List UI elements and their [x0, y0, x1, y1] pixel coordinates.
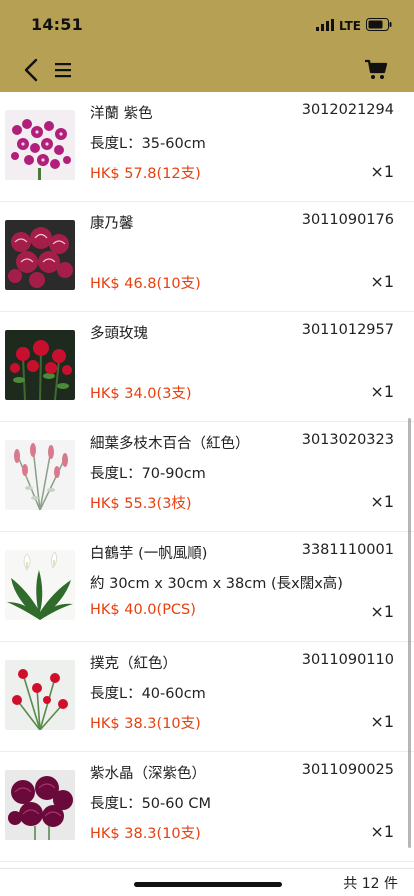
product-image-orchid — [5, 110, 75, 180]
cart-item[interactable]: 撲克（紅色） 3011090110 長度L：40-60cm HK$ 38.3(1… — [0, 642, 414, 752]
product-name: 白鶴芋 (一帆風順) — [90, 546, 208, 562]
product-price: HK$ 40.0(PCS) — [90, 602, 196, 618]
home-indicator[interactable] — [134, 882, 282, 887]
product-image-leucadendron — [5, 440, 75, 510]
product-size: 長度L：70-90cm — [90, 466, 206, 482]
cart-button[interactable] — [364, 58, 388, 82]
product-quantity: ×1 — [370, 602, 394, 621]
cart-item[interactable]: 多頭玫瑰 3011012957 HK$ 34.0(3支) ×1 — [0, 312, 414, 422]
status-time: 14:51 — [31, 15, 83, 34]
product-image-carnation — [5, 220, 75, 290]
back-button[interactable] — [22, 58, 42, 82]
product-name: 細葉多枝木百合（紅色） — [90, 436, 250, 452]
total-count: 共 12 件 — [343, 876, 398, 892]
product-price: HK$ 55.3(3枝) — [90, 496, 192, 512]
cart-item[interactable]: 洋蘭 紫色 3012021294 長度L：35-60cm HK$ 57.8(12… — [0, 92, 414, 202]
cart-item[interactable]: 康乃馨 3011090176 HK$ 46.8(10支) ×1 — [0, 202, 414, 312]
product-code: 3013020323 — [301, 432, 394, 448]
product-name: 撲克（紅色） — [90, 656, 177, 672]
product-quantity: ×1 — [370, 822, 394, 841]
product-price: HK$ 38.3(10支) — [90, 716, 201, 732]
product-size: 約 30cm x 30cm x 38cm (長x闊x高) — [90, 576, 343, 592]
cart-item[interactable]: 紫水晶（深紫色） 3011090025 長度L：50-60 CM HK$ 38.… — [0, 752, 414, 862]
cart-item-list[interactable]: 洋蘭 紫色 3012021294 長度L：35-60cm HK$ 57.8(12… — [0, 92, 414, 868]
network-label: LTE — [338, 18, 361, 33]
product-quantity: ×1 — [370, 162, 394, 181]
product-code: 3381110001 — [301, 542, 394, 558]
product-name: 康乃馨 — [90, 216, 134, 232]
menu-button[interactable] — [53, 61, 73, 79]
cart-item[interactable]: 細葉多枝木百合（紅色） 3013020323 長度L：70-90cm HK$ 5… — [0, 422, 414, 532]
product-size: 長度L：40-60cm — [90, 686, 206, 702]
product-name: 洋蘭 紫色 — [90, 106, 153, 122]
product-price: HK$ 46.8(10支) — [90, 276, 201, 292]
product-image-spray-rose — [5, 330, 75, 400]
product-quantity: ×1 — [370, 492, 394, 511]
signal-icon — [315, 16, 334, 35]
product-code: 3011012957 — [301, 322, 394, 338]
product-image-peace-lily — [5, 550, 75, 620]
status-indicators: LTE — [315, 16, 392, 35]
product-quantity: ×1 — [370, 712, 394, 731]
product-quantity: ×1 — [370, 382, 394, 401]
product-name: 多頭玫瑰 — [90, 326, 148, 342]
product-price: HK$ 38.3(10支) — [90, 826, 201, 842]
product-image-red-carnation — [5, 660, 75, 730]
top-bar: 14:51 LTE — [0, 0, 414, 92]
hamburger-menu-icon — [55, 63, 71, 78]
battery-icon — [366, 16, 392, 35]
product-code: 3011090025 — [301, 762, 394, 778]
cart-item[interactable]: 白鶴芋 (一帆風順) 3381110001 約 30cm x 30cm x 38… — [0, 532, 414, 642]
product-size: 長度L：35-60cm — [90, 136, 206, 152]
product-image-dark-purple-carnation — [5, 770, 75, 840]
chevron-left-icon — [24, 58, 38, 82]
product-price: HK$ 57.8(12支) — [90, 166, 201, 182]
product-name: 紫水晶（深紫色） — [90, 766, 206, 782]
product-code: 3012021294 — [301, 102, 394, 118]
product-quantity: ×1 — [370, 272, 394, 291]
product-size: 長度L：50-60 CM — [90, 796, 211, 812]
product-code: 3011090110 — [301, 652, 394, 668]
scrollbar[interactable] — [408, 418, 411, 848]
shopping-cart-icon — [365, 59, 388, 79]
product-code: 3011090176 — [301, 212, 394, 228]
product-price: HK$ 34.0(3支) — [90, 386, 192, 402]
